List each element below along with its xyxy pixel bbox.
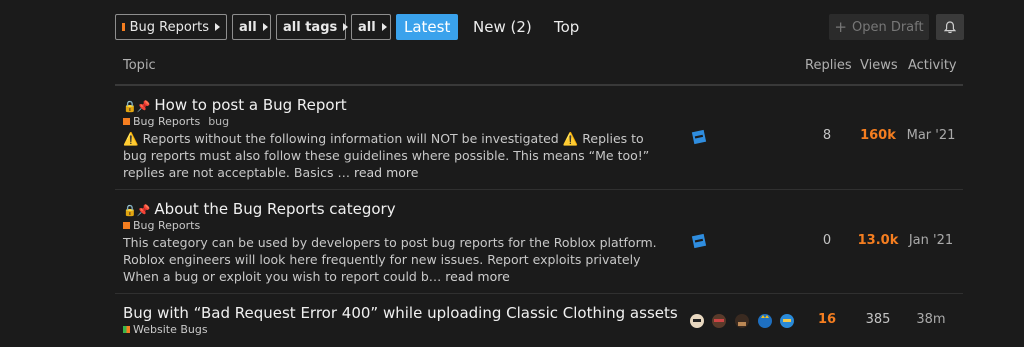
tab-latest-label: Latest: [404, 18, 451, 36]
column-header-views[interactable]: Views: [860, 58, 898, 73]
topic-title: How to post a Bug Report: [154, 96, 347, 114]
read-more-link[interactable]: read more: [354, 165, 419, 180]
category-dropdown-label: Bug Reports: [129, 19, 209, 35]
topic-excerpt: This category can be used by developers …: [123, 234, 668, 285]
tag-link[interactable]: bug: [208, 115, 229, 128]
user-avatar-icon[interactable]: [757, 313, 773, 329]
read-more-link[interactable]: read more: [445, 269, 510, 284]
roblox-avatar-icon[interactable]: [691, 129, 707, 145]
bell-icon: [944, 20, 956, 33]
view-count: 160k: [860, 128, 896, 143]
caret-right-icon: [343, 23, 349, 31]
tags-dropdown-label: all tags: [283, 19, 338, 35]
plus-icon: +: [834, 18, 847, 36]
user-avatar-icon[interactable]: [779, 313, 795, 329]
view-count: 13.0k: [857, 233, 899, 248]
notification-button[interactable]: [936, 14, 964, 40]
activity-date[interactable]: 38m: [903, 312, 959, 327]
excerpt-text: Reports without the following informatio…: [142, 131, 559, 146]
topic-list-navigation: Bug Reports all all tags all Latest New …: [115, 14, 965, 42]
column-header-topic[interactable]: Topic: [123, 58, 156, 73]
category-color-swatch: [123, 326, 130, 333]
reply-count[interactable]: 8: [812, 128, 842, 143]
tab-latest[interactable]: Latest: [396, 14, 459, 40]
subcategory-dropdown[interactable]: all: [232, 14, 271, 40]
view-count: 385: [865, 312, 891, 327]
category-label: Bug Reports: [133, 115, 201, 128]
user-avatar-icon[interactable]: [734, 313, 750, 329]
header-divider: [115, 84, 963, 86]
activity-date[interactable]: Jan '21: [903, 233, 959, 248]
open-draft-label: Open Draft: [851, 19, 924, 35]
topic-category[interactable]: Website Bugs: [123, 323, 208, 336]
user-avatar-icon[interactable]: [689, 313, 705, 329]
topic-title: About the Bug Reports category: [154, 200, 396, 218]
topic-excerpt: ⚠️ Reports without the following informa…: [123, 130, 668, 181]
caret-right-icon: [381, 23, 387, 31]
subcategory-dropdown-label: all: [239, 19, 257, 35]
column-header-activity[interactable]: Activity: [908, 58, 957, 73]
warning-icon: ⚠️: [123, 131, 139, 146]
reply-count[interactable]: 16: [812, 312, 842, 327]
row-divider: [115, 293, 963, 294]
category-color-swatch: [123, 118, 130, 125]
lock-pin-icon: 🔒📌: [123, 100, 151, 113]
reply-count[interactable]: 0: [812, 233, 842, 248]
column-header-replies[interactable]: Replies: [805, 58, 852, 73]
activity-date[interactable]: Mar '21: [903, 128, 959, 143]
open-draft-button[interactable]: + Open Draft: [829, 14, 929, 40]
excerpt-text: This category can be used by developers …: [123, 235, 657, 284]
topic-category[interactable]: Bug Reports: [123, 219, 200, 232]
topic-title-link[interactable]: 🔒📌 About the Bug Reports category: [123, 200, 396, 218]
filter-dropdown-label: all: [358, 19, 376, 35]
topic-title: Bug with “Bad Request Error 400” while u…: [123, 304, 678, 322]
caret-right-icon: [215, 23, 220, 31]
category-dropdown[interactable]: Bug Reports: [115, 14, 227, 40]
warning-icon: ⚠️: [562, 131, 579, 146]
filter-dropdown[interactable]: all: [351, 14, 391, 40]
roblox-avatar-icon[interactable]: [691, 233, 707, 249]
category-label: Bug Reports: [133, 219, 201, 232]
tab-new[interactable]: New (2): [465, 14, 540, 40]
tab-new-label: New (2): [473, 18, 532, 36]
user-avatar-icon[interactable]: [711, 313, 727, 329]
category-color-swatch: [122, 23, 125, 31]
lock-pin-icon: 🔒📌: [123, 204, 151, 217]
topic-title-link[interactable]: Bug with “Bad Request Error 400” while u…: [123, 304, 678, 322]
category-label: Website Bugs: [133, 323, 208, 336]
topic-category[interactable]: Bug Reports bug: [123, 115, 229, 128]
row-divider: [115, 189, 963, 190]
tab-top[interactable]: Top: [546, 14, 587, 40]
caret-right-icon: [262, 23, 268, 31]
topic-title-link[interactable]: 🔒📌 How to post a Bug Report: [123, 96, 347, 114]
tags-dropdown[interactable]: all tags: [276, 14, 349, 40]
category-color-swatch: [123, 222, 130, 229]
tab-top-label: Top: [554, 18, 580, 36]
